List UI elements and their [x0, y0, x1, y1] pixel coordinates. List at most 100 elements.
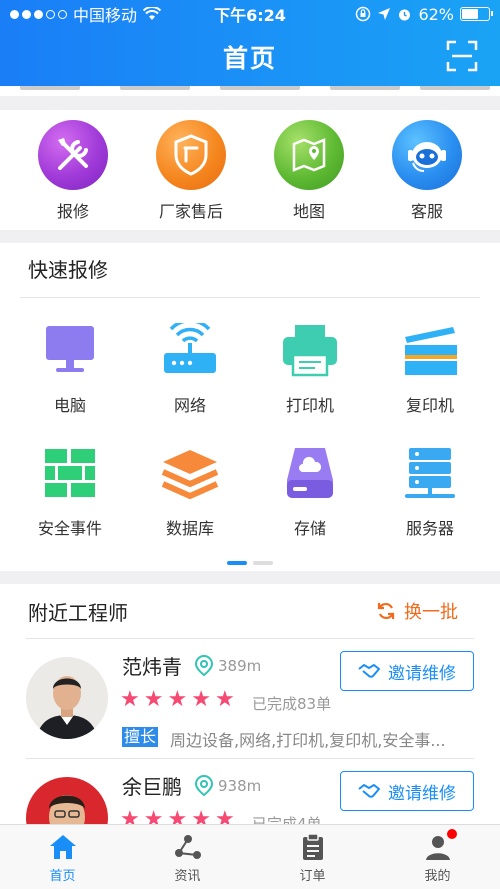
menu-item-after-sales[interactable]: 厂家售后	[141, 110, 241, 230]
quick-item-storage[interactable]: 存储	[250, 421, 370, 544]
distance-value: 389m	[218, 657, 262, 675]
skills-text: 周边设备,网络,打印机,复印机,安全事...	[170, 731, 446, 750]
nearby-engineers-section: 附近工程师 换一批 范炜青 389m ★ ★ ★ ★ ★ 已完成83单 擅长 周…	[0, 584, 500, 824]
alarm-icon	[399, 9, 411, 20]
quick-item-security[interactable]: 安全事件	[10, 421, 130, 544]
menu-label: 厂家售后	[158, 202, 223, 221]
engineer-card[interactable]: 范炜青 389m ★ ★ ★ ★ ★ 已完成83单 擅长 周边设备,网络,打印机,复印机…	[26, 638, 474, 758]
quick-label: 复印机	[405, 396, 454, 415]
quick-item-copier[interactable]: 复印机	[370, 298, 490, 421]
star-icon: ★	[120, 687, 140, 712]
tab-label: 订单	[299, 869, 326, 884]
rating-stars: ★ ★ ★ ★ ★	[120, 689, 235, 711]
menu-item-repair[interactable]: 报修	[23, 110, 123, 230]
customer-service-icon	[392, 120, 462, 190]
handshake-icon	[358, 784, 380, 798]
completed-count: 已完成83单	[252, 695, 332, 713]
engineer-card[interactable]: 余巨鹏 938m ★ ★ ★ ★ ★ 已完成4单 邀请维修	[26, 758, 474, 824]
invite-label: 邀请维修	[388, 663, 456, 684]
engineer-name: 范炜青	[122, 655, 182, 679]
star-icon: ★	[143, 687, 164, 712]
wifi-icon	[143, 7, 162, 20]
tab-bar: 首页 资讯 订单 我的	[0, 824, 500, 889]
quick-label: 数据库	[165, 519, 214, 538]
copier-icon	[400, 320, 460, 380]
header: 中国移动 下午6:24 62% 首页	[0, 0, 500, 86]
star-icon: ★	[143, 807, 164, 825]
computer-icon	[40, 320, 100, 380]
quick-item-printer[interactable]: 打印机	[250, 298, 370, 421]
repair-tools-icon	[38, 120, 108, 190]
tab-label: 资讯	[174, 869, 201, 884]
quick-label: 网络	[173, 396, 206, 415]
invite-repair-button[interactable]: 邀请维修	[340, 771, 474, 811]
star-icon: ★	[214, 687, 235, 712]
section-title: 快速报修	[28, 258, 108, 282]
news-icon	[174, 835, 201, 859]
page-title: 首页	[222, 44, 277, 73]
tab-label: 我的	[424, 869, 451, 884]
star-icon: ★	[191, 687, 211, 712]
database-icon	[160, 443, 220, 503]
tab-orders[interactable]: 订单	[250, 825, 375, 889]
quick-label: 电脑	[53, 396, 86, 415]
menu-item-customer-service[interactable]: 客服	[377, 110, 477, 230]
quick-label: 存储	[293, 519, 326, 538]
map-icon	[274, 120, 344, 190]
status-bar: 中国移动 下午6:24 62%	[0, 0, 500, 28]
avatar	[26, 657, 108, 739]
invite-label: 邀请维修	[388, 783, 456, 804]
star-icon: ★	[167, 687, 188, 712]
tab-news[interactable]: 资讯	[125, 825, 250, 889]
tab-home[interactable]: 首页	[0, 825, 125, 889]
location-pin-icon	[194, 775, 214, 797]
tab-label: 首页	[49, 869, 76, 884]
distance: 389m	[194, 655, 261, 677]
battery-percent: 62%	[418, 4, 454, 24]
star-icon: ★	[120, 807, 140, 825]
completed-count: 已完成4单	[252, 815, 322, 824]
menu-item-map[interactable]: 地图	[259, 110, 359, 230]
star-icon: ★	[167, 807, 188, 825]
handshake-icon	[358, 664, 380, 678]
section-title: 附近工程师	[28, 600, 128, 625]
refresh-icon	[377, 602, 395, 620]
star-icon: ★	[214, 807, 235, 825]
quick-item-server[interactable]: 服务器	[370, 421, 490, 544]
location-arrow-icon	[378, 8, 391, 20]
menu-label: 报修	[56, 202, 89, 221]
tab-profile[interactable]: 我的	[375, 825, 500, 889]
carrier-label: 中国移动	[73, 6, 138, 25]
avatar	[26, 777, 108, 824]
refresh-button[interactable]: 换一批	[376, 598, 458, 624]
scrolled-content-edge	[0, 86, 500, 96]
location-pin-icon	[194, 655, 214, 677]
main-menu: 报修 厂家售后 地图 客服	[0, 110, 500, 230]
menu-label: 客服	[410, 202, 443, 221]
printer-icon	[280, 320, 340, 380]
quick-item-network[interactable]: 网络	[130, 298, 250, 421]
invite-repair-button[interactable]: 邀请维修	[340, 651, 474, 691]
engineer-name: 余巨鹏	[122, 775, 182, 799]
quick-item-database[interactable]: 数据库	[130, 421, 250, 544]
quick-item-computer[interactable]: 电脑	[10, 298, 130, 421]
rating-stars: ★ ★ ★ ★ ★	[120, 807, 235, 825]
router-icon	[160, 320, 220, 380]
menu-label: 地图	[292, 202, 325, 221]
page-indicator	[0, 561, 500, 565]
scan-icon[interactable]	[446, 40, 478, 72]
skill-tag: 擅长	[122, 727, 159, 747]
notification-dot	[447, 829, 457, 839]
quick-repair-section: 快速报修 电脑 网络 打印机 复印机 安全事件 数据库 存储 服务器	[0, 243, 500, 571]
battery-icon	[460, 7, 493, 21]
quick-label: 安全事件	[37, 519, 102, 538]
refresh-label: 换一批	[404, 602, 458, 623]
quick-label: 打印机	[285, 396, 334, 415]
firewall-icon	[40, 443, 100, 503]
quick-label: 服务器	[405, 519, 454, 538]
distance: 938m	[194, 775, 261, 797]
home-icon	[49, 835, 76, 859]
signal-icon	[10, 9, 67, 19]
rotation-lock-icon	[356, 6, 371, 22]
star-icon: ★	[191, 807, 211, 825]
